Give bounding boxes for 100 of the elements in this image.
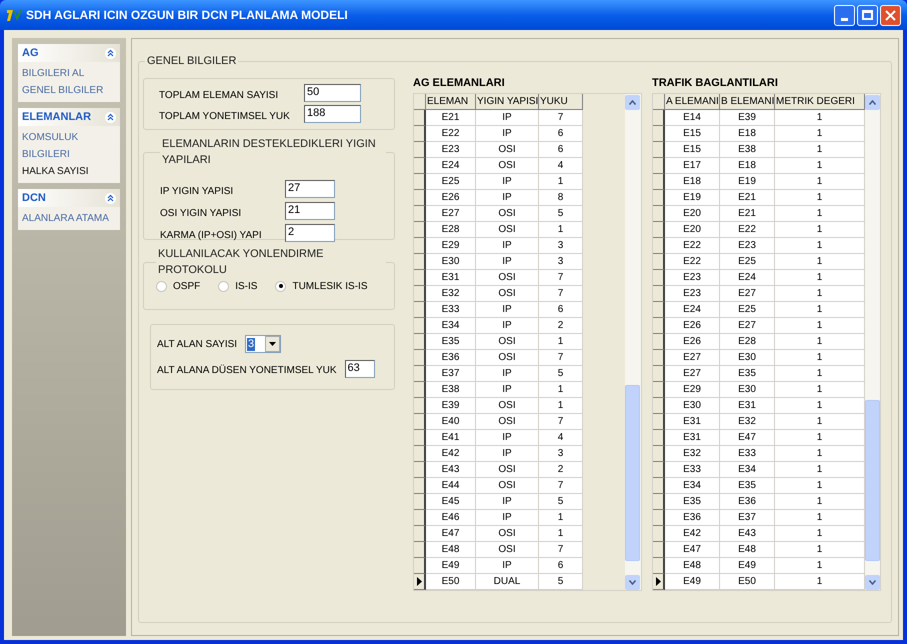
row-header[interactable] xyxy=(653,158,665,174)
minimize-button[interactable] xyxy=(834,4,855,26)
table-cell: E23 xyxy=(665,286,720,302)
row-header[interactable] xyxy=(414,318,426,334)
row-header[interactable] xyxy=(653,350,665,366)
row-header[interactable] xyxy=(414,302,426,318)
sidebar-item[interactable]: GENEL BILGILER xyxy=(18,82,120,99)
row-header[interactable] xyxy=(414,238,426,254)
row-header[interactable] xyxy=(653,510,665,526)
row-header[interactable] xyxy=(414,110,426,126)
row-header[interactable] xyxy=(653,142,665,158)
radio-button[interactable] xyxy=(156,280,167,292)
row-header[interactable] xyxy=(414,494,426,510)
table-cell: E48 xyxy=(665,558,720,574)
row-header[interactable] xyxy=(414,158,426,174)
section-header[interactable]: DCN xyxy=(18,189,120,207)
row-header[interactable] xyxy=(414,558,426,574)
row-header[interactable] xyxy=(414,190,426,206)
row-header[interactable] xyxy=(653,414,665,430)
row-header[interactable] xyxy=(653,238,665,254)
radio-button[interactable] xyxy=(275,280,286,292)
row-header[interactable] xyxy=(653,334,665,350)
scroll-up-button[interactable] xyxy=(625,94,640,110)
row-header[interactable] xyxy=(653,174,665,190)
input-field[interactable]: 188 xyxy=(304,105,361,123)
row-header[interactable] xyxy=(653,190,665,206)
scroll-thumb[interactable] xyxy=(865,400,880,560)
row-header[interactable] xyxy=(414,510,426,526)
row-header[interactable] xyxy=(653,126,665,142)
input-field[interactable]: 63 xyxy=(344,360,375,378)
row-header[interactable] xyxy=(653,222,665,238)
input-field[interactable]: 27 xyxy=(285,180,335,198)
row-header[interactable] xyxy=(414,430,426,446)
row-header[interactable] xyxy=(653,526,665,542)
row-header[interactable] xyxy=(414,334,426,350)
scrollbar[interactable] xyxy=(865,94,880,590)
scroll-thumb[interactable] xyxy=(625,384,640,560)
row-header[interactable] xyxy=(653,542,665,558)
row-header[interactable] xyxy=(414,462,426,478)
row-header[interactable] xyxy=(414,206,426,222)
maximize-button[interactable] xyxy=(857,4,878,26)
row-header[interactable] xyxy=(414,526,426,542)
dropdown[interactable]: 3 xyxy=(245,335,282,353)
section-header[interactable]: AG xyxy=(18,44,120,62)
row-header[interactable] xyxy=(653,558,665,574)
scroll-down-button[interactable] xyxy=(625,574,640,590)
radio-option[interactable]: OSPF xyxy=(156,278,200,294)
input-field[interactable]: 21 xyxy=(285,202,335,220)
table-cell: 5 xyxy=(539,206,583,222)
dropdown-arrow-button[interactable] xyxy=(265,336,280,352)
row-header[interactable] xyxy=(414,254,426,270)
input-field[interactable]: 2 xyxy=(285,224,335,242)
row-header[interactable] xyxy=(414,174,426,190)
radio-option[interactable]: TUMLESIK IS-IS xyxy=(275,278,368,294)
table-cell: E43 xyxy=(426,462,476,478)
row-header[interactable] xyxy=(414,414,426,430)
row-header[interactable] xyxy=(653,478,665,494)
row-header[interactable] xyxy=(653,366,665,382)
row-header[interactable] xyxy=(653,462,665,478)
row-header[interactable] xyxy=(653,430,665,446)
table-cell: 1 xyxy=(775,462,865,478)
input-field[interactable]: 50 xyxy=(304,84,361,102)
row-header[interactable] xyxy=(653,270,665,286)
scrollbar[interactable] xyxy=(625,94,641,590)
row-header[interactable] xyxy=(414,270,426,286)
sidebar-item[interactable]: BILGILERI AL xyxy=(18,65,120,82)
section-header[interactable]: ELEMANLAR xyxy=(18,108,120,126)
row-header[interactable] xyxy=(653,206,665,222)
row-header[interactable] xyxy=(653,494,665,510)
row-header[interactable] xyxy=(414,350,426,366)
radio-option[interactable]: IS-IS xyxy=(218,278,258,294)
row-header[interactable] xyxy=(414,126,426,142)
row-header[interactable] xyxy=(414,398,426,414)
scroll-down-button[interactable] xyxy=(865,574,880,590)
row-header[interactable] xyxy=(414,542,426,558)
sidebar-item[interactable]: HALKA SAYISI xyxy=(18,163,120,180)
row-header[interactable] xyxy=(653,446,665,462)
row-header[interactable] xyxy=(414,478,426,494)
row-header[interactable] xyxy=(653,398,665,414)
radio-button[interactable] xyxy=(218,280,230,292)
row-header[interactable] xyxy=(414,574,426,590)
sidebar-item[interactable]: ALANLARA ATAMA xyxy=(18,210,120,227)
row-header[interactable] xyxy=(653,318,665,334)
scroll-up-button[interactable] xyxy=(865,94,880,110)
row-header[interactable] xyxy=(414,366,426,382)
sidebar-item[interactable]: KOMSULUK BILGILERI xyxy=(18,129,120,163)
row-header[interactable] xyxy=(414,382,426,398)
row-header[interactable] xyxy=(414,286,426,302)
row-header[interactable] xyxy=(414,446,426,462)
row-header[interactable] xyxy=(414,222,426,238)
row-header[interactable] xyxy=(653,302,665,318)
row-header[interactable] xyxy=(653,110,665,126)
row-header[interactable] xyxy=(653,382,665,398)
caret-up-icon xyxy=(869,100,876,104)
row-header[interactable] xyxy=(653,574,665,590)
row-header[interactable] xyxy=(653,254,665,270)
close-button[interactable] xyxy=(880,4,901,26)
row-header[interactable] xyxy=(653,286,665,302)
table-cell: OSI xyxy=(476,398,539,414)
row-header[interactable] xyxy=(414,142,426,158)
